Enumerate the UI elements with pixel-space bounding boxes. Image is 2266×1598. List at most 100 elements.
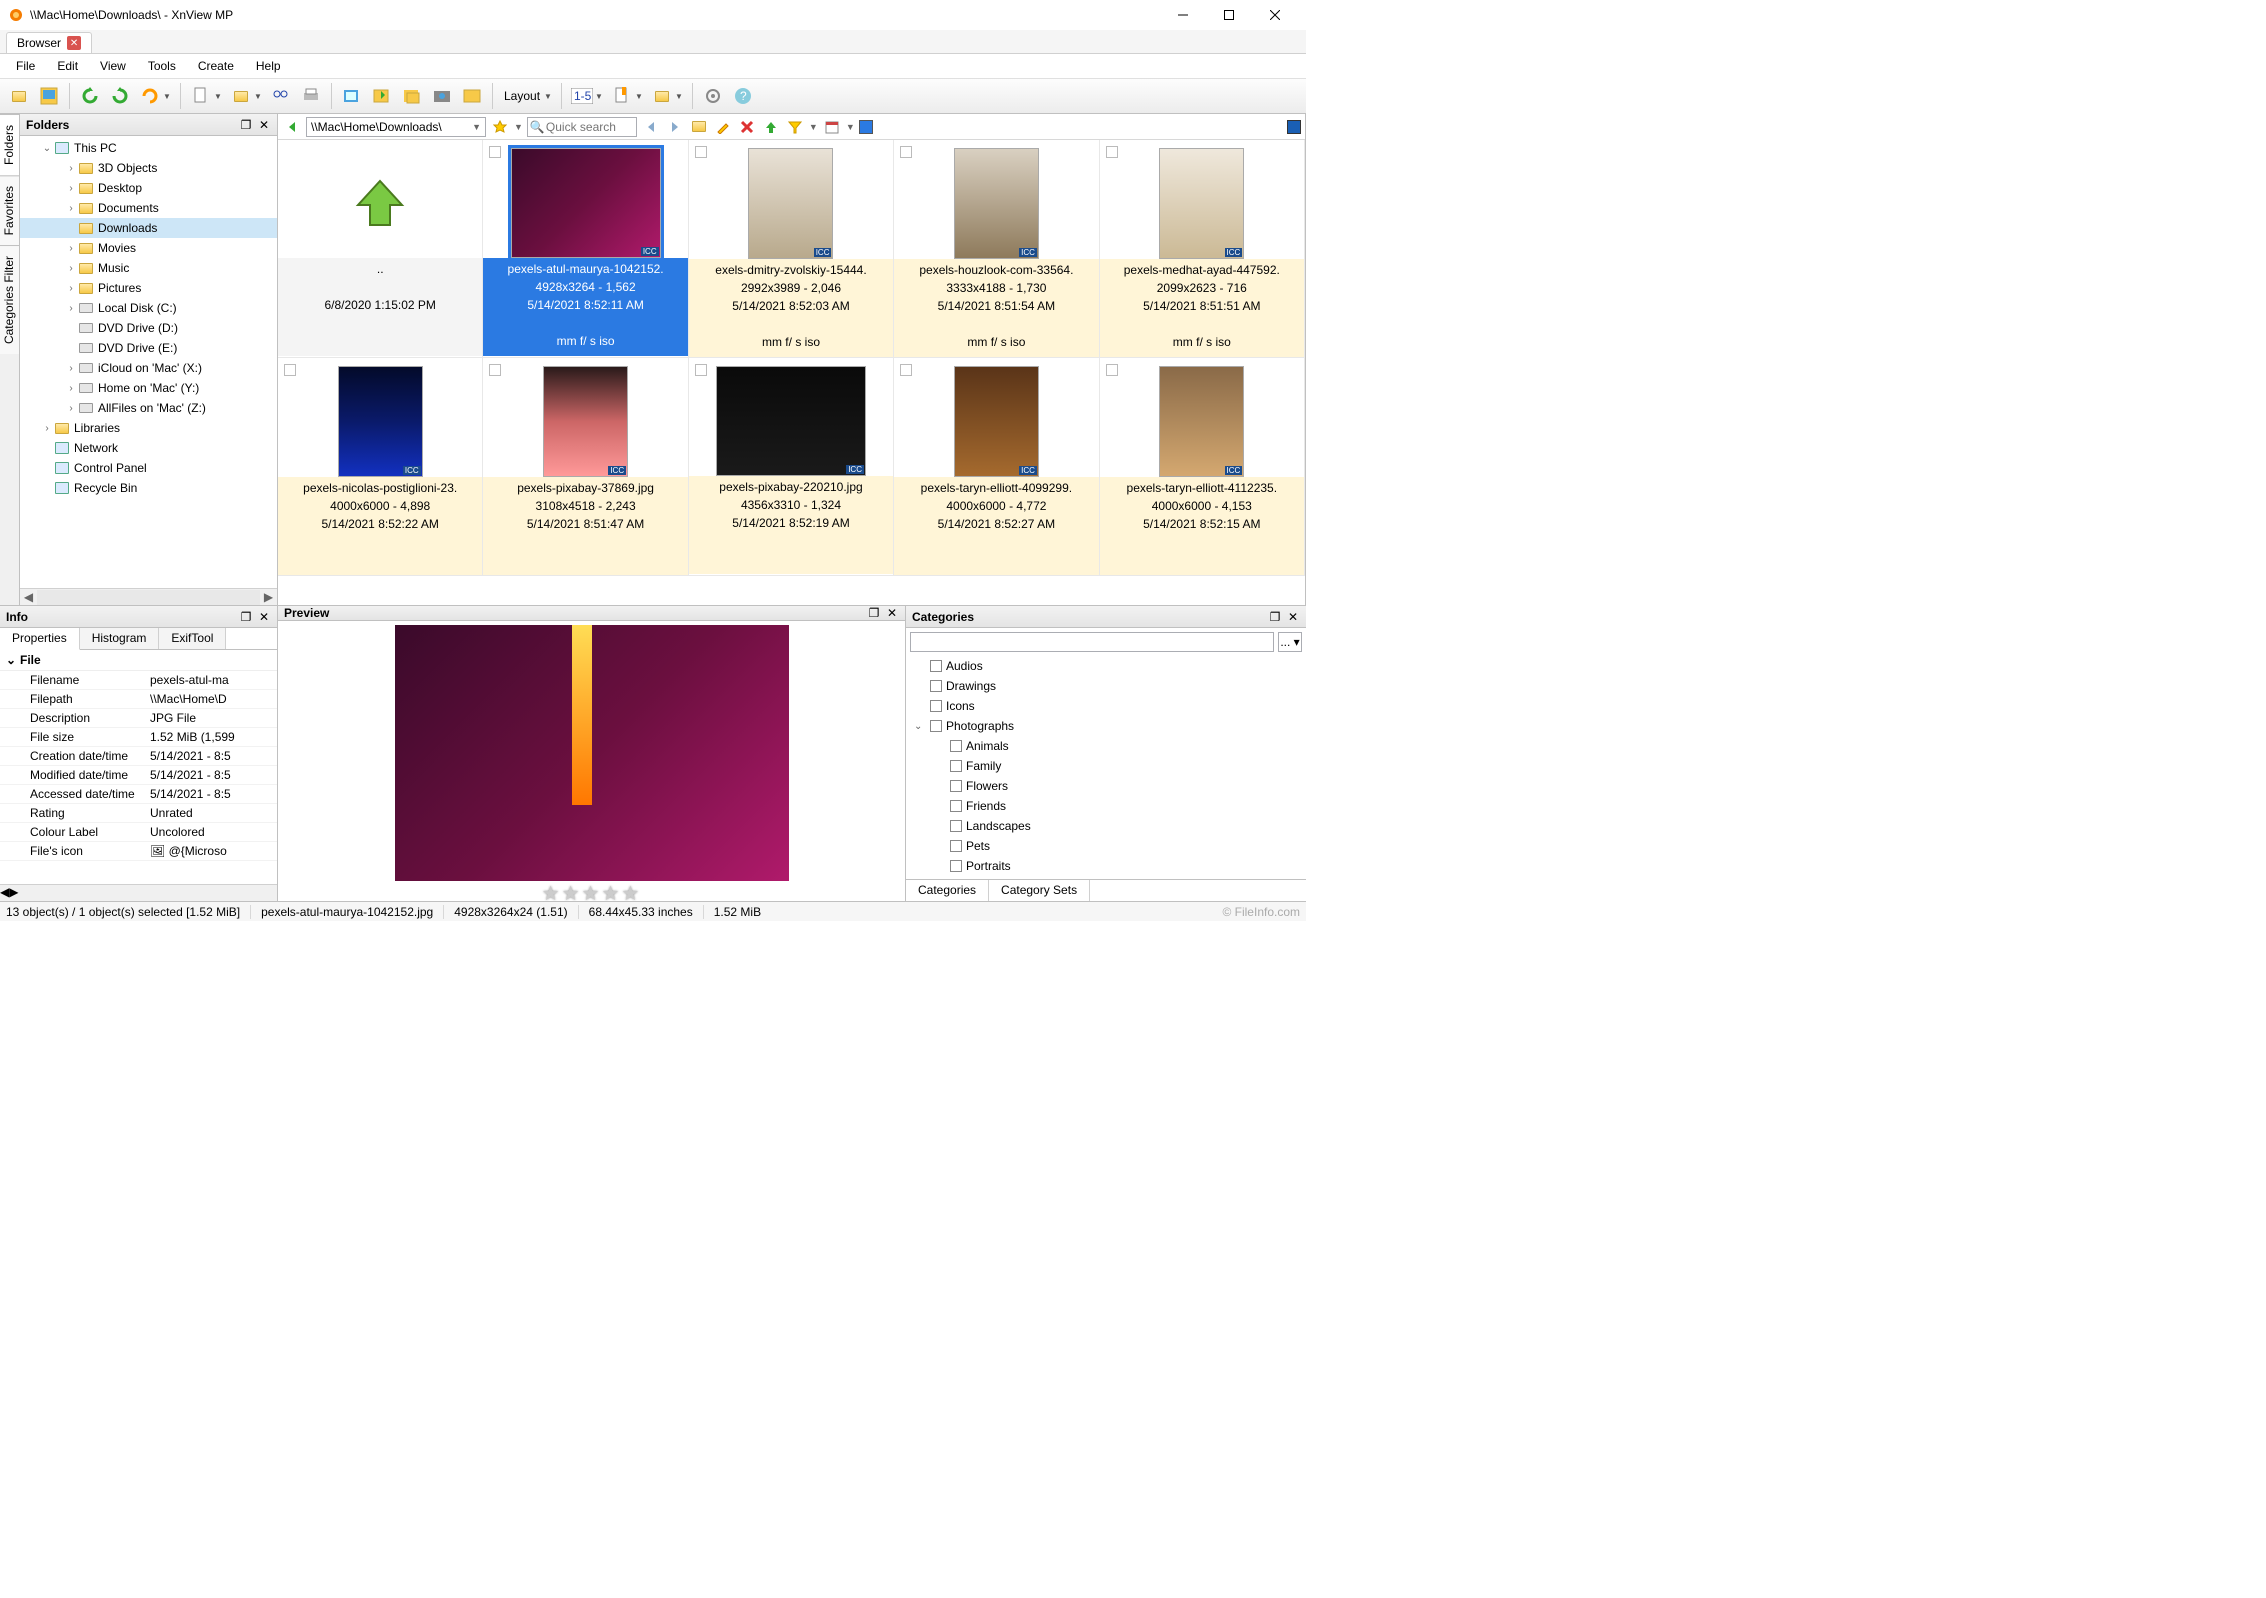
calendar-button[interactable] [822, 117, 842, 137]
export-button[interactable] [369, 83, 395, 109]
menu-file[interactable]: File [6, 56, 45, 76]
info-tab-histogram[interactable]: Histogram [80, 628, 160, 649]
dropdown-arrow-icon[interactable]: ▼ [675, 92, 685, 101]
thumb-image[interactable]: ICC [543, 366, 628, 477]
open-button[interactable] [6, 83, 32, 109]
category-item[interactable]: Pets [906, 836, 1306, 856]
expand-icon[interactable]: › [64, 303, 78, 314]
slideshow-button[interactable] [459, 83, 485, 109]
category-checkbox[interactable] [930, 680, 942, 692]
print-button[interactable] [298, 83, 324, 109]
expand-icon[interactable]: › [64, 283, 78, 294]
capture-button[interactable] [429, 83, 455, 109]
up-folder-cell[interactable]: .. 6/8/2020 1:15:02 PM [278, 140, 483, 358]
tree-item[interactable]: ›Movies [20, 238, 277, 258]
category-item[interactable]: Family [906, 756, 1306, 776]
thumbnail-cell[interactable]: ICC pexels-taryn-elliott-4112235.4000x60… [1100, 358, 1305, 576]
dropdown-arrow-icon[interactable]: ▼ [544, 92, 554, 101]
info-tab-exiftool[interactable]: ExifTool [159, 628, 226, 649]
favorite-star-button[interactable] [490, 117, 510, 137]
color-label-button[interactable] [859, 120, 873, 134]
close-button[interactable] [1252, 0, 1298, 30]
category-checkbox[interactable] [950, 760, 962, 772]
dropdown-arrow-icon[interactable]: ▼ [635, 92, 645, 101]
settings-button[interactable] [700, 83, 726, 109]
expand-icon[interactable]: › [64, 203, 78, 214]
nav-open-folder-button[interactable] [689, 117, 709, 137]
info-tab-properties[interactable]: Properties [0, 628, 80, 650]
tree-item[interactable]: Downloads [20, 218, 277, 238]
quick-search[interactable]: 🔍 [527, 117, 637, 137]
tree-item[interactable]: ⌄This PC [20, 138, 277, 158]
thumb-checkbox[interactable] [695, 364, 707, 376]
expand-icon[interactable]: › [40, 423, 54, 434]
dropdown-arrow-icon[interactable]: ▼ [472, 122, 481, 132]
vtab-categories-filter[interactable]: Categories Filter [0, 245, 19, 354]
dropdown-arrow-icon[interactable]: ▼ [254, 92, 264, 101]
category-checkbox[interactable] [950, 740, 962, 752]
view-mode-button[interactable] [1287, 120, 1301, 134]
minimize-button[interactable] [1160, 0, 1206, 30]
nav-next-button[interactable] [665, 117, 685, 137]
tab-close-icon[interactable]: ✕ [67, 36, 81, 50]
folder-tree[interactable]: ⌄This PC›3D Objects›Desktop›DocumentsDow… [20, 136, 277, 588]
thumb-image[interactable]: ICC [1159, 148, 1244, 259]
category-checkbox[interactable] [950, 860, 962, 872]
categories-tree[interactable]: AudiosDrawingsIcons⌄PhotographsAnimalsFa… [906, 656, 1306, 879]
vtab-folders[interactable]: Folders [0, 114, 19, 175]
thumb-image[interactable]: ICC [748, 148, 833, 259]
panel-restore-icon[interactable]: ❐ [239, 610, 253, 624]
category-item[interactable]: Audios [906, 656, 1306, 676]
thumbnail-cell[interactable]: ICC pexels-medhat-ayad-447592.2099x2623 … [1100, 140, 1305, 358]
maximize-button[interactable] [1206, 0, 1252, 30]
thumbnail-size-button[interactable]: 1-5 [569, 83, 595, 109]
scroll-right-icon[interactable]: ▶ [9, 885, 18, 901]
paste-button[interactable] [228, 83, 254, 109]
category-checkbox[interactable] [950, 800, 962, 812]
panel-close-icon[interactable]: ✕ [257, 610, 271, 624]
tree-item[interactable]: ›Local Disk (C:) [20, 298, 277, 318]
category-checkbox[interactable] [950, 820, 962, 832]
search-input[interactable] [546, 120, 626, 134]
thumb-checkbox[interactable] [695, 146, 707, 158]
folders-hscroll[interactable]: ◀ ▶ [20, 588, 277, 605]
tree-item[interactable]: ›iCloud on 'Mac' (X:) [20, 358, 277, 378]
category-checkbox[interactable] [950, 780, 962, 792]
rotate-left-button[interactable] [77, 83, 103, 109]
thumbnail-grid[interactable]: .. 6/8/2020 1:15:02 PM ICC pexels-atul-m… [278, 140, 1305, 605]
thumbnail-cell[interactable]: ICC pexels-houzlook-com-33564.3333x4188 … [894, 140, 1099, 358]
category-item[interactable]: Portraits [906, 856, 1306, 876]
scroll-right-icon[interactable]: ▶ [260, 590, 277, 604]
thumb-checkbox[interactable] [900, 146, 912, 158]
category-checkbox[interactable] [930, 660, 942, 672]
bookmark-button[interactable] [609, 83, 635, 109]
dropdown-arrow-icon[interactable]: ▼ [809, 122, 818, 132]
delete-button[interactable] [737, 117, 757, 137]
category-item[interactable]: Flowers [906, 776, 1306, 796]
expand-icon[interactable]: › [64, 403, 78, 414]
category-item[interactable]: Landscapes [906, 816, 1306, 836]
thumb-checkbox[interactable] [1106, 364, 1118, 376]
cat-tab-categories[interactable]: Categories [906, 880, 989, 901]
tree-item[interactable]: Control Panel [20, 458, 277, 478]
menu-help[interactable]: Help [246, 56, 291, 76]
thumb-image[interactable]: ICC [338, 366, 423, 477]
category-item[interactable]: Drawings [906, 676, 1306, 696]
expand-icon[interactable]: › [64, 163, 78, 174]
category-checkbox[interactable] [930, 720, 942, 732]
categories-search-input[interactable] [910, 632, 1274, 652]
panel-restore-icon[interactable]: ❐ [1268, 610, 1282, 624]
nav-edit-button[interactable] [713, 117, 733, 137]
vtab-favorites[interactable]: Favorites [0, 175, 19, 245]
collapse-icon[interactable]: ⌄ [6, 653, 20, 667]
nav-back-button[interactable] [282, 117, 302, 137]
categories-more-button[interactable]: ... ▾ [1278, 632, 1302, 652]
expand-icon[interactable]: ⌄ [914, 721, 926, 732]
panel-close-icon[interactable]: ✕ [1286, 610, 1300, 624]
preview-image[interactable] [395, 625, 789, 881]
thumb-image[interactable]: ICC [716, 366, 866, 476]
info-hscroll[interactable]: ◀ ▶ [0, 884, 277, 901]
expand-icon[interactable]: › [64, 263, 78, 274]
scroll-track[interactable] [37, 590, 260, 605]
tree-item[interactable]: ›3D Objects [20, 158, 277, 178]
